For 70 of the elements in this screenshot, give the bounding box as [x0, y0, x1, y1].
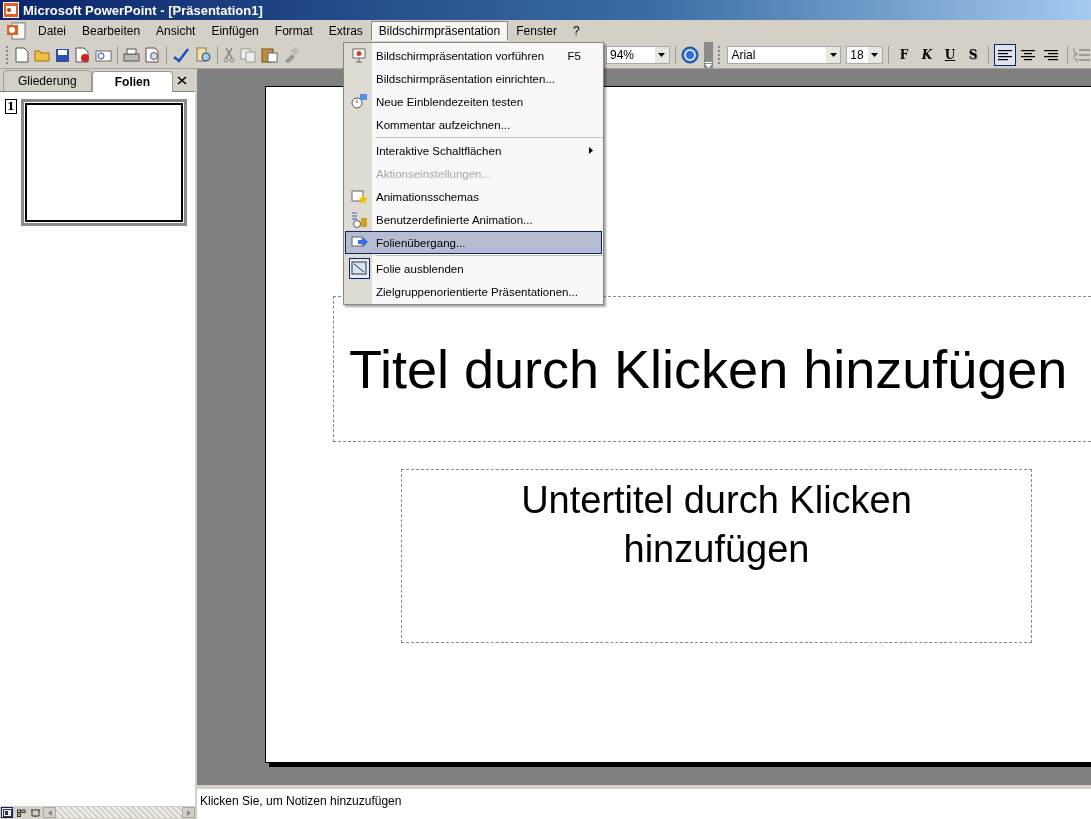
menu-item[interactable]: ? — [564, 20, 588, 42]
title-text: Titel durch Klicken hinzufügen — [349, 338, 1068, 400]
research-icon[interactable] — [195, 47, 212, 63]
shadow-button[interactable]: S — [963, 45, 983, 65]
align-right-icon — [1043, 48, 1059, 62]
dropdown-arrow-icon — [658, 53, 666, 57]
menu-item-icon — [350, 47, 368, 64]
underline-button[interactable]: U — [940, 45, 960, 65]
menu-item-icon — [350, 188, 368, 205]
menu-item[interactable]: Folie ausblenden — [345, 257, 602, 280]
subtitle-text: Untertitel durch Klicken hinzufügen — [520, 478, 913, 573]
menu-item[interactable]: Ansicht — [148, 20, 204, 42]
slideshow-button[interactable] — [29, 807, 41, 818]
menu-item[interactable]: Folienübergang... — [345, 231, 602, 254]
align-left-icon — [997, 48, 1013, 62]
menu-item[interactable]: Interaktive Schaltflächen — [345, 139, 602, 162]
zoom-field[interactable]: 94% — [606, 46, 670, 64]
app-icon — [3, 2, 19, 18]
help-icon[interactable] — [680, 46, 699, 64]
close-icon[interactable] — [177, 75, 187, 85]
slide-number: 1 — [5, 99, 17, 114]
menu-item[interactable]: Bildschirmpräsentation vorführen F5 — [345, 44, 602, 67]
bold-button[interactable]: F — [894, 45, 914, 65]
window-title: Microsoft PowerPoint - [Präsentation1] — [23, 2, 263, 18]
horizontal-scrollbar[interactable] — [43, 807, 195, 818]
menu-item-icon — [350, 93, 368, 110]
menu-item[interactable]: Bildschirmpräsentation — [370, 21, 509, 41]
zoom-value: 94% — [610, 48, 635, 62]
menu-item[interactable]: Benutzerdefinierte Animation... — [345, 208, 602, 231]
align-left-button[interactable] — [994, 44, 1016, 66]
font-size-value: 18 — [850, 48, 864, 62]
print-preview-icon[interactable] — [145, 47, 161, 63]
subtitle-placeholder[interactable]: Untertitel durch Klicken hinzufügen — [401, 469, 1032, 643]
align-center-icon — [1020, 48, 1036, 62]
menu-item[interactable]: Einfügen — [203, 20, 267, 42]
scroll-right-icon — [186, 809, 191, 816]
menu-item[interactable]: Bearbeiten — [74, 20, 149, 42]
menu-item[interactable]: Neue Einblendezeiten testen — [345, 90, 602, 113]
save-icon[interactable] — [55, 47, 70, 63]
print-icon[interactable] — [123, 47, 140, 63]
shortcut-text: F5 — [567, 49, 582, 62]
menu-item[interactable]: Animationsschemas — [345, 185, 602, 208]
scroll-left-icon — [47, 809, 52, 816]
menu-item[interactable]: Fenster — [508, 20, 565, 42]
menu-item[interactable]: Bildschirmpräsentation einrichten... — [345, 67, 602, 90]
menu-item[interactable]: Extras — [320, 20, 371, 42]
dropdown-arrow-icon — [829, 53, 837, 57]
slide-sorter-button[interactable] — [15, 807, 27, 818]
toolbar-options-icon — [705, 62, 713, 68]
menu-item-icon — [350, 260, 368, 277]
menu-item[interactable]: Format — [266, 20, 321, 42]
slide-thumbnail[interactable] — [20, 99, 187, 226]
font-name: Arial — [731, 48, 756, 62]
document-permission-icon[interactable] — [75, 47, 90, 63]
notes-placeholder: Klicken Sie, um Notizen hinzuzufügen — [200, 794, 402, 808]
font-size-field[interactable]: 18 — [846, 46, 883, 64]
new-document-icon[interactable] — [15, 47, 29, 63]
dropdown-arrow-icon — [871, 53, 879, 57]
panel-tab[interactable]: Folien — [91, 71, 174, 92]
submenu-arrow-icon — [589, 147, 593, 154]
normal-view-button[interactable] — [1, 807, 13, 818]
menu-item[interactable]: Kommentar aufzeichnen... — [345, 113, 602, 136]
italic-button[interactable]: K — [917, 45, 937, 65]
panel-tab[interactable]: Gliederung — [3, 70, 92, 91]
menu-item-icon — [350, 211, 368, 228]
email-icon[interactable] — [95, 47, 112, 63]
spellcheck-icon[interactable] — [172, 47, 190, 63]
paste-icon[interactable] — [261, 47, 278, 63]
menu-item[interactable]: Datei — [30, 20, 74, 42]
font-field[interactable]: Arial — [727, 46, 842, 64]
